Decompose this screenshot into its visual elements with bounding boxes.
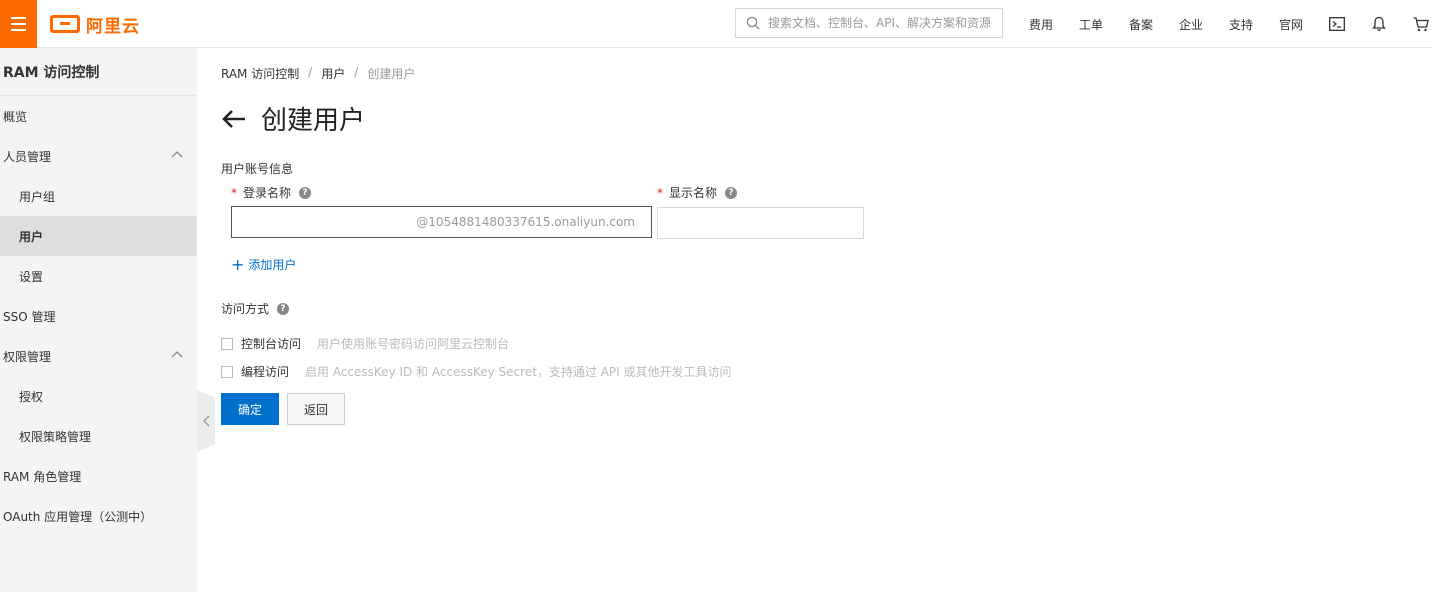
programmatic-access-row: 编程访问 启用 AccessKey ID 和 AccessKey Secret，… — [221, 363, 732, 380]
sidebar-item-label: SSO 管理 — [3, 309, 56, 324]
chevron-up-icon — [171, 351, 183, 358]
sidebar: RAM 访问控制 概览 人员管理 用户组 用户 设置 SSO 管理 权限管理 授… — [0, 48, 197, 592]
breadcrumb-current: 创建用户 — [367, 67, 416, 81]
breadcrumb-ram[interactable]: RAM 访问控制 — [221, 65, 299, 82]
add-user-label: 添加用户 — [248, 258, 297, 272]
sidebar-item-label: 设置 — [19, 269, 44, 284]
chevron-up-icon — [171, 151, 183, 158]
aliyun-logo[interactable]: 阿里云 — [50, 13, 140, 37]
sidebar-item-users[interactable]: 用户 — [0, 216, 197, 256]
nav-fees[interactable]: 费用 — [1016, 16, 1066, 33]
required-mark: * — [657, 185, 663, 200]
chevron-left-icon — [202, 415, 209, 427]
sidebar-item-grants[interactable]: 授权 — [0, 376, 197, 416]
sidebar-item-label: 权限策略管理 — [19, 429, 92, 444]
page-header: 创建用户 — [221, 100, 365, 137]
login-domain-suffix: @1054881480337615.onaliyun.com — [416, 215, 635, 229]
help-icon[interactable]: ? — [725, 186, 738, 199]
console-access-checkbox[interactable] — [221, 337, 233, 350]
sidebar-title: RAM 访问控制 — [0, 48, 197, 96]
required-mark: * — [231, 185, 237, 200]
menu-icon[interactable] — [0, 0, 37, 48]
add-user-link[interactable]: + 添加用户 — [231, 256, 296, 273]
back-arrow-icon[interactable] — [221, 107, 247, 131]
programmatic-access-checkbox[interactable] — [221, 365, 233, 378]
sidebar-item-label: 用户 — [19, 229, 44, 244]
login-name-field[interactable]: @1054881480337615.onaliyun.com — [231, 206, 652, 238]
access-section-text: 访问方式 — [221, 302, 270, 316]
console-access-label[interactable]: 控制台访问 — [241, 335, 301, 352]
nav-support[interactable]: 支持 — [1216, 16, 1266, 33]
plus-icon: + — [231, 254, 245, 274]
top-nav: 费用 工单 备案 企业 支持 官网 — [1016, 0, 1432, 48]
sidebar-item-label: 人员管理 — [3, 149, 52, 164]
sidebar-item-label: 授权 — [19, 389, 44, 404]
logo-text: 阿里云 — [86, 16, 140, 37]
sidebar-item-overview[interactable]: 概览 — [0, 96, 197, 136]
page-title: 创建用户 — [261, 106, 366, 136]
bell-icon[interactable] — [1358, 0, 1400, 48]
sidebar-item-label: OAuth 应用管理（公测中） — [3, 509, 153, 524]
breadcrumb: RAM 访问控制 / 用户 / 创建用户 — [221, 65, 415, 82]
sidebar-item-label: RAM 角色管理 — [3, 469, 82, 484]
account-section-label: 用户账号信息 — [221, 162, 294, 176]
cart-icon[interactable] — [1400, 0, 1432, 48]
sidebar-item-ram-roles[interactable]: RAM 角色管理 — [0, 456, 197, 496]
login-name-text: 登录名称 — [243, 186, 292, 200]
back-button[interactable]: 返回 — [287, 393, 345, 425]
breadcrumb-users[interactable]: 用户 — [321, 65, 345, 82]
display-name-input[interactable] — [657, 207, 864, 239]
breadcrumb-separator: / — [354, 65, 359, 79]
terminal-icon[interactable] — [1316, 0, 1358, 48]
nav-tickets[interactable]: 工单 — [1066, 16, 1116, 33]
nav-official-site[interactable]: 官网 — [1266, 16, 1316, 33]
programmatic-access-label[interactable]: 编程访问 — [241, 363, 289, 380]
search-box[interactable] — [735, 8, 1003, 38]
login-name-input[interactable] — [232, 207, 417, 237]
sidebar-item-label: 概览 — [3, 109, 28, 124]
sidebar-item-policies[interactable]: 权限策略管理 — [0, 416, 197, 456]
confirm-button[interactable]: 确定 — [221, 393, 279, 425]
help-icon[interactable]: ? — [277, 302, 290, 315]
login-name-label: * 登录名称 ? — [231, 184, 312, 201]
nav-enterprise[interactable]: 企业 — [1166, 16, 1216, 33]
nav-icp[interactable]: 备案 — [1116, 16, 1166, 33]
sidebar-item-label: 权限管理 — [3, 349, 52, 364]
display-name-text: 显示名称 — [669, 186, 718, 200]
access-section-label: 访问方式 ? — [221, 300, 290, 317]
display-name-label: * 显示名称 ? — [657, 184, 738, 201]
sidebar-item-permissions[interactable]: 权限管理 — [0, 336, 197, 376]
sidebar-item-identities[interactable]: 人员管理 — [0, 136, 197, 176]
console-access-row: 控制台访问 用户使用账号密码访问阿里云控制台 — [221, 335, 509, 352]
sidebar-item-oauth-apps[interactable]: OAuth 应用管理（公测中） — [0, 496, 197, 536]
search-input[interactable] — [768, 16, 998, 30]
programmatic-access-description: 启用 AccessKey ID 和 AccessKey Secret，支持通过 … — [305, 365, 732, 379]
sidebar-item-user-groups[interactable]: 用户组 — [0, 176, 197, 216]
sidebar-item-settings[interactable]: 设置 — [0, 256, 197, 296]
breadcrumb-separator: / — [308, 65, 313, 79]
console-access-description: 用户使用账号密码访问阿里云控制台 — [317, 337, 510, 351]
logo-mark-icon — [50, 15, 80, 33]
search-icon — [746, 16, 760, 30]
sidebar-item-label: 用户组 — [19, 189, 56, 204]
sidebar-collapse-toggle[interactable] — [197, 390, 215, 452]
help-icon[interactable]: ? — [299, 186, 312, 199]
top-bar: 阿里云 费用 工单 备案 企业 支持 官网 — [0, 0, 1432, 48]
sidebar-item-sso[interactable]: SSO 管理 — [0, 296, 197, 336]
